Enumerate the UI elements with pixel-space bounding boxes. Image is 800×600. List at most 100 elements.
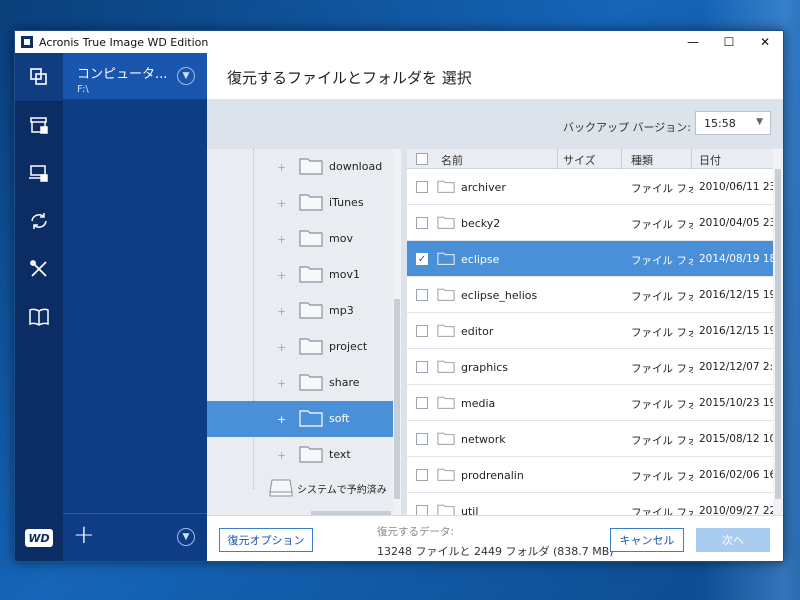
file-list-scrollbar[interactable] <box>773 149 783 515</box>
folder-icon <box>299 228 323 247</box>
file-row[interactable]: becky2 ファイル フォ... 2010/04/05 23... <box>407 205 783 241</box>
main-panel: 復元するファイルとフォルダを 選択 バックアップ バージョン: 15:58 ▼ … <box>207 53 783 561</box>
row-checkbox[interactable]: ✓ <box>416 253 428 265</box>
add-backup-button[interactable]: + <box>73 520 95 550</box>
folder-icon <box>437 179 455 193</box>
row-checkbox[interactable] <box>416 433 428 445</box>
file-row[interactable]: util ファイル フォ... 2010/09/27 22... <box>407 493 783 515</box>
file-row[interactable]: graphics ファイル フォ... 2012/12/07 2:18 <box>407 349 783 385</box>
tree-scrollbar[interactable] <box>393 149 401 515</box>
file-name: network <box>461 433 506 446</box>
chevron-down-icon[interactable]: ▼ <box>177 67 195 85</box>
column-name[interactable]: 名前 <box>441 152 463 168</box>
rail-archive[interactable] <box>15 101 63 149</box>
row-checkbox[interactable] <box>416 181 428 193</box>
select-all-checkbox[interactable] <box>416 153 428 165</box>
expand-icon[interactable]: + <box>277 197 286 210</box>
folder-icon <box>299 300 323 319</box>
tools-icon <box>30 260 47 277</box>
backup-sidebar: コンピュータ... F:\ ▼ + ▼ <box>63 53 207 561</box>
column-date[interactable]: 日付 <box>699 152 721 168</box>
rail-backup[interactable] <box>15 53 63 101</box>
folder-icon <box>299 192 323 211</box>
close-button[interactable]: ✕ <box>747 31 783 53</box>
expand-icon[interactable]: + <box>277 341 286 354</box>
folder-icon <box>299 408 323 427</box>
file-name: graphics <box>461 361 509 374</box>
file-name: editor <box>461 325 494 338</box>
file-type: ファイル フォ... <box>631 435 693 447</box>
cancel-button[interactable]: キャンセル <box>610 528 684 552</box>
archive-icon <box>30 117 48 134</box>
folder-tree: + download + iTunes + mov + mov1 + mp3 + project + sh… <box>207 149 401 515</box>
tree-item-label: text <box>329 448 351 461</box>
file-row[interactable]: ✓ eclipse ファイル フォ... 2014/08/19 18... <box>407 241 783 277</box>
tree-item[interactable]: + iTunes <box>207 185 393 221</box>
expand-icon[interactable]: + <box>277 269 286 282</box>
file-row[interactable]: archiver ファイル フォ... 2010/06/11 23... <box>407 169 783 205</box>
page-title: 復元するファイルとフォルダを 選択 <box>207 53 783 99</box>
tree-item-label: project <box>329 340 368 353</box>
version-value: 15:58 <box>704 117 736 130</box>
expand-icon[interactable]: + <box>277 233 286 246</box>
file-type: ファイル フォ... <box>631 327 693 339</box>
file-date: 2010/09/27 22... <box>699 505 783 515</box>
chevron-down-icon[interactable]: ▼ <box>177 528 195 546</box>
folder-icon <box>437 467 455 481</box>
file-type: ファイル フォ... <box>631 219 693 231</box>
tree-item[interactable]: + project <box>207 329 393 365</box>
backup-source-item[interactable]: コンピュータ... F:\ ▼ <box>63 53 207 99</box>
tree-item-label: mov <box>329 232 353 245</box>
sidebar-footer: + ▼ <box>63 513 207 561</box>
rail-sync-devices[interactable] <box>15 149 63 197</box>
row-checkbox[interactable] <box>416 469 428 481</box>
row-checkbox[interactable] <box>416 217 428 229</box>
rail-sync[interactable] <box>15 197 63 245</box>
tree-item[interactable]: + text <box>207 437 393 473</box>
expand-icon[interactable]: + <box>277 377 286 390</box>
expand-icon[interactable]: + <box>277 161 286 174</box>
version-select[interactable]: 15:58 ▼ <box>695 111 771 135</box>
drive-item[interactable]: システムで予約済み <box>207 473 393 503</box>
file-type: ファイル フォ... <box>631 183 693 195</box>
tree-item[interactable]: + mov <box>207 221 393 257</box>
tree-item[interactable]: + download <box>207 149 393 185</box>
expand-icon[interactable]: + <box>277 305 286 318</box>
row-checkbox[interactable] <box>416 289 428 301</box>
file-row[interactable]: network ファイル フォ... 2015/08/12 10... <box>407 421 783 457</box>
row-checkbox[interactable] <box>416 397 428 409</box>
tree-item[interactable]: + share <box>207 365 393 401</box>
rail-tools[interactable] <box>15 245 63 293</box>
nav-rail: WD <box>15 53 63 561</box>
sync-devices-icon <box>29 165 48 182</box>
file-name: eclipse <box>461 253 500 266</box>
folder-icon <box>299 156 323 175</box>
rail-help[interactable] <box>15 293 63 341</box>
next-button[interactable]: 次へ <box>696 528 770 552</box>
file-row[interactable]: prodrenalin ファイル フォ... 2016/02/06 16... <box>407 457 783 493</box>
tree-item[interactable]: + soft <box>207 401 393 437</box>
version-toolbar: バックアップ バージョン: 15:58 ▼ <box>207 99 783 149</box>
expand-icon[interactable]: + <box>277 413 286 426</box>
tree-item[interactable]: + mov1 <box>207 257 393 293</box>
column-size[interactable]: サイズ <box>563 152 596 168</box>
file-date: 2014/08/19 18... <box>699 253 783 265</box>
file-row[interactable]: editor ファイル フォ... 2016/12/15 19... <box>407 313 783 349</box>
file-row[interactable]: media ファイル フォ... 2015/10/23 19... <box>407 385 783 421</box>
maximize-button[interactable]: ☐ <box>711 31 747 53</box>
folder-icon <box>299 336 323 355</box>
row-checkbox[interactable] <box>416 325 428 337</box>
sync-icon <box>31 213 47 229</box>
restore-options-button[interactable]: 復元オプション <box>219 528 313 552</box>
column-type[interactable]: 種類 <box>631 152 653 168</box>
tree-item-label: iTunes <box>329 196 364 209</box>
file-date: 2015/08/12 10... <box>699 433 783 445</box>
version-label: バックアップ バージョン: <box>563 121 691 134</box>
file-row[interactable]: eclipse_helios ファイル フォ... 2016/12/15 19... <box>407 277 783 313</box>
expand-icon[interactable]: + <box>277 449 286 462</box>
tree-item[interactable]: + mp3 <box>207 293 393 329</box>
file-name: prodrenalin <box>461 469 524 482</box>
minimize-button[interactable]: — <box>675 31 711 53</box>
row-checkbox[interactable] <box>416 505 428 515</box>
row-checkbox[interactable] <box>416 361 428 373</box>
